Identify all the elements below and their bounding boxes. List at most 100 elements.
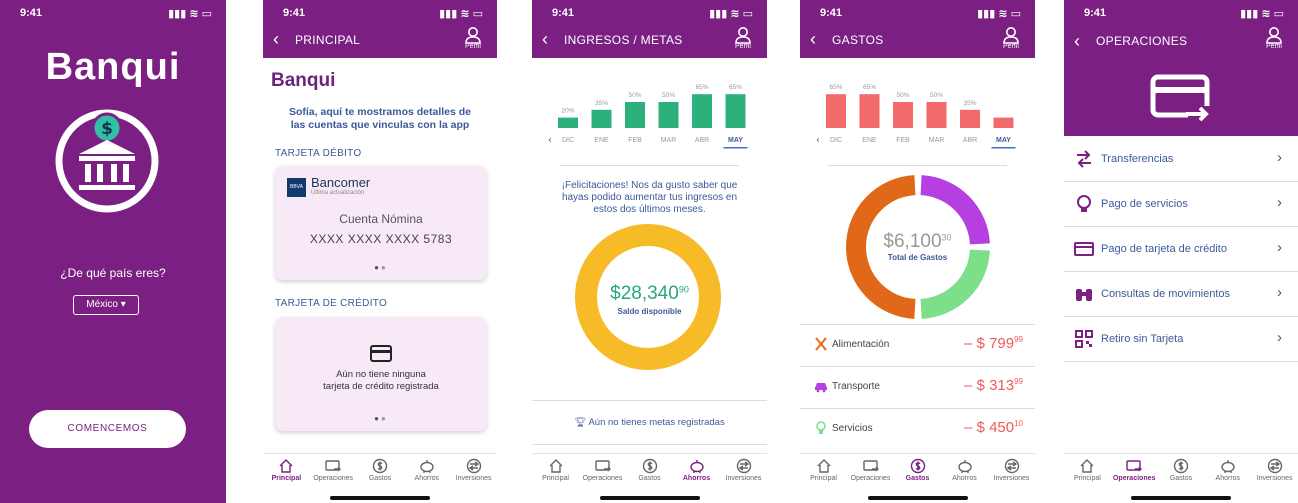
tab-gastos[interactable]: Gastos [357,458,403,482]
operation-transfers[interactable]: Transferencias › [1064,137,1298,182]
investments-icon [466,458,481,474]
carousel-dots[interactable]: ●● [275,263,487,272]
operation-credit-card-payment[interactable]: Pago de tarjeta de crédito › [1064,227,1298,272]
ingresos-screen: 9:41 ▮▮▮ ≋ ▭ ‹ INGRESOS / METAS Perfil ‹ 2… [532,0,767,503]
chart-bar [591,109,612,128]
chart-bar [558,117,578,128]
chart-tick-label[interactable]: FEB [896,137,910,144]
chart-tick-label[interactable]: MAY [996,137,1011,144]
back-button[interactable]: ‹ [810,30,816,48]
tab-inversiones[interactable]: Inversiones [989,458,1035,482]
tab-ahorros[interactable]: Ahorros [1205,458,1251,482]
tab-ahorros[interactable]: Ahorros [404,458,450,482]
status-icons: ▮▮▮ ≋ ▭ [168,8,212,20]
operation-services[interactable]: Pago de servicios › [1064,182,1298,227]
bank-name: Bancomer [311,175,371,190]
expense-row-cents: 99 [1014,377,1023,386]
status-bar: 9:41 ▮▮▮ ≋ ▭ [263,0,497,24]
country-select[interactable]: México ▾ [73,295,139,315]
app-brand: Banqui [45,46,181,88]
chart-tick-label[interactable]: DIC [830,137,842,144]
back-button[interactable]: ‹ [1074,31,1080,52]
chart-tick-label[interactable]: FEB [628,137,642,144]
chart-divider [560,165,739,166]
investments-icon [736,458,751,474]
tab-principal[interactable]: Principal [801,458,847,482]
divider [532,444,767,445]
profile-button[interactable]: Perfil [999,26,1023,50]
expenses-icon [642,458,657,474]
tab-operaciones[interactable]: Operaciones [848,458,894,482]
tab-inversiones[interactable]: Inversiones [721,458,767,482]
user-icon [1003,27,1019,44]
chart-bar [926,102,947,128]
back-button[interactable]: ‹ [273,30,279,48]
bank-logo: BBVA [287,178,306,197]
balance-cents: 90 [678,284,689,295]
credit-card-empty[interactable]: Aún no tiene ninguna tarjeta de crédito r… [275,317,487,431]
savings-icon [689,460,704,473]
tab-principal[interactable]: Principal [533,458,579,482]
top-bar: 9:41 ▮▮▮ ≋ ▭ ‹ GASTOS Perfil [800,0,1035,58]
expense-row-services[interactable]: Servicios – $ 45010 [800,409,1035,451]
congrats-text: ¡Felicitaciones! Nos da gusto saber que … [561,180,738,215]
tab-operaciones[interactable]: Operaciones [1111,458,1157,482]
account-name: Cuenta Nómina [339,212,423,226]
carousel-dots[interactable]: ●● [275,414,487,423]
tab-operaciones[interactable]: Operaciones [580,458,626,482]
welcome-screen: 9:41 ▮▮▮ ≋ ▭ Banqui $ ¿De qué país eres?… [0,0,226,503]
profile-label: Perfil [735,43,751,50]
operaciones-screen: 9:41 ▮▮▮ ≋ ▭ ‹ OPERACIONES Perfil Transfe… [1064,0,1298,503]
tab-principal[interactable]: Principal [263,458,309,482]
expense-row-food[interactable]: Alimentación – $ 79999 [800,325,1035,367]
chart-value-label: 35% [595,100,608,107]
chart-prev-arrow[interactable]: ‹ [816,135,820,146]
chart-value-label: 65% [695,84,708,91]
chart-tick-label[interactable]: MAR [661,137,677,144]
expense-name: Transporte [832,381,880,392]
chart-tick-label[interactable]: MAR [929,137,945,144]
tab-inversiones[interactable]: Inversiones [451,458,497,482]
chart-tick-label[interactable]: ABR [963,137,977,144]
chart-tick-label[interactable]: ENE [862,137,877,144]
user-icon [735,27,751,44]
tab-operaciones[interactable]: Operaciones [310,458,356,482]
chart-prev-arrow[interactable]: ‹ [548,135,552,146]
chart-tick-label[interactable]: ENE [594,137,609,144]
expense-amount: – $ 79999 [964,335,1023,352]
tab-gastos[interactable]: Gastos [627,458,673,482]
expense-label: Total de Gastos [887,253,948,262]
expense-row-transport[interactable]: Transporte – $ 31399 [800,367,1035,409]
chart-value-label: 65% [863,84,876,91]
home-indicator [599,496,700,500]
tab-ahorros[interactable]: Ahorros [674,458,720,482]
back-button[interactable]: ‹ [542,30,548,48]
status-time: 9:41 [552,7,575,19]
operations-icon [325,460,342,472]
page-title: OPERACIONES [1096,34,1188,48]
profile-button[interactable]: Perfil [1262,26,1286,50]
chart-value-label: 65% [729,84,742,91]
selected-underline [723,147,748,149]
chart-bar [960,109,980,128]
profile-button[interactable]: Perfil [731,26,755,50]
chart-tick-label[interactable]: ABR [695,137,709,144]
chart-bar [826,94,846,128]
chart-tick-label[interactable]: DIC [562,137,574,144]
tab-label: Inversiones [455,475,492,482]
lightbulb-icon [1077,195,1091,212]
operation-cardless-withdrawal[interactable]: Retiro sin Tarjeta › [1064,317,1298,362]
start-button[interactable]: COMENCEMOS [29,410,186,448]
profile-button[interactable]: Perfil [461,26,485,50]
debit-card[interactable]: BBVA Bancomer Última actualización Cuent… [275,166,487,280]
cutlery-icon [815,337,827,351]
operation-movements[interactable]: Consultas de movimientos › [1064,272,1298,317]
tab-gastos[interactable]: Gastos [1158,458,1204,482]
tab-gastos[interactable]: Gastos [895,458,941,482]
tab-ahorros[interactable]: Ahorros [942,458,988,482]
status-icons: ▮▮▮ ≋ ▭ [709,8,753,20]
tab-principal[interactable]: Principal [1064,458,1110,482]
chart-tick-label[interactable]: MAY [728,137,743,144]
tab-inversiones[interactable]: Inversiones [1252,458,1298,482]
expense-amount: $6,10030 [800,231,1035,253]
